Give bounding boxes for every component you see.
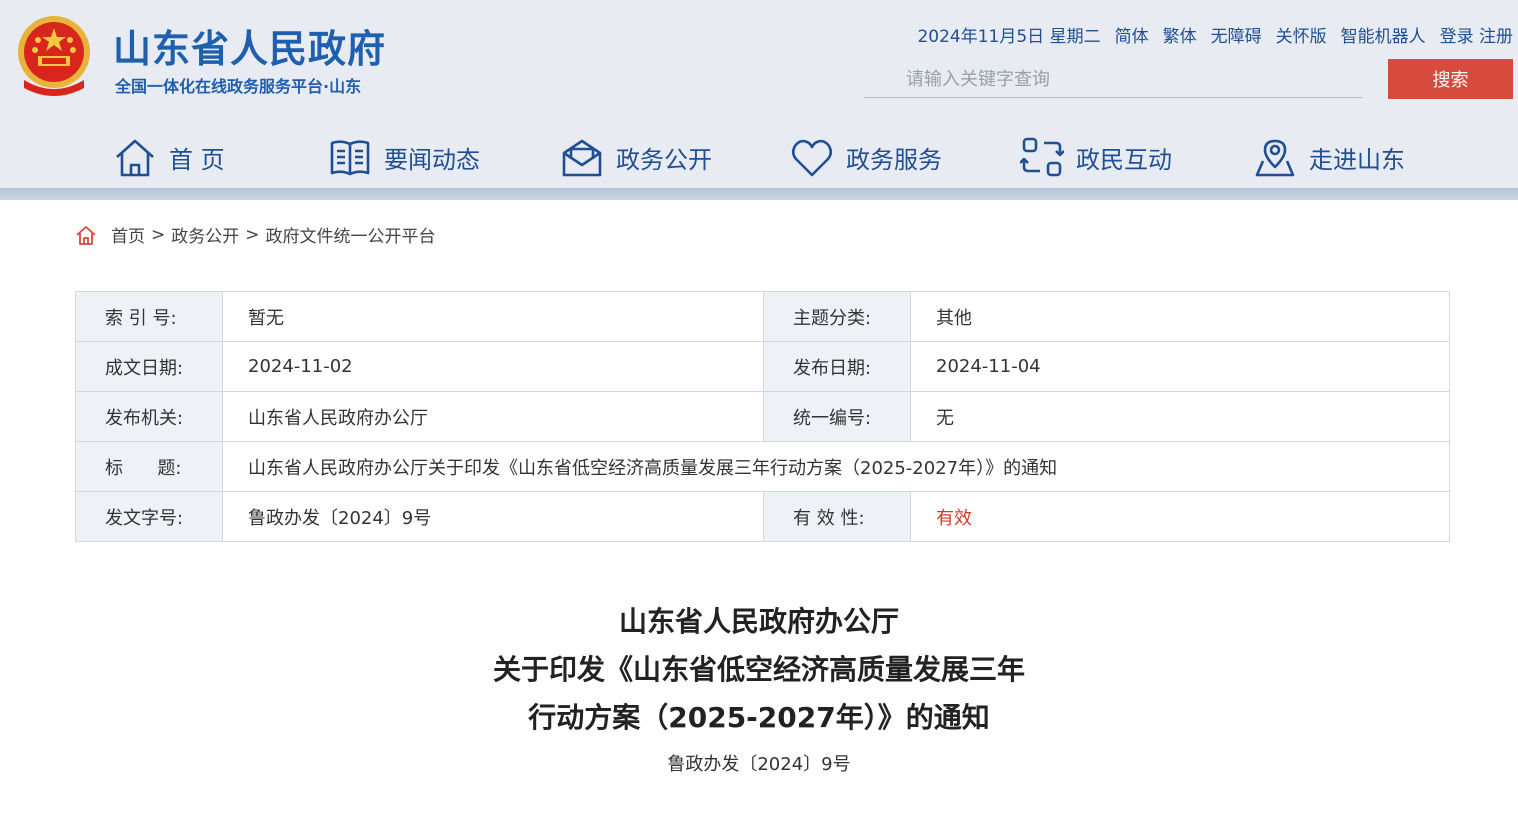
- doc-number-value: 鲁政办发〔2024〕9号: [222, 491, 764, 542]
- top-links: 2024年11月5日 星期二 简体 繁体 无障碍 关怀版 智能机器人 登录 注册: [917, 22, 1513, 47]
- document-meta-table: 索 引 号: 暂无 主题分类: 其他 成文日期: 2024-11-02 发布日期…: [75, 291, 1450, 542]
- home-icon: [116, 139, 154, 177]
- topic-label: 主题分类:: [763, 291, 911, 342]
- book-icon: [330, 140, 370, 176]
- national-emblem-icon[interactable]: [14, 14, 94, 96]
- current-date: 2024年11月5日 星期二: [917, 27, 1101, 47]
- table-row: 发布机关: 山东省人民政府办公厅 统一编号: 无: [75, 391, 1450, 442]
- nav-label: 政务服务: [846, 145, 942, 174]
- nav-label: 要闻动态: [384, 145, 480, 174]
- issuer-label: 发布机关:: [75, 391, 223, 442]
- nav-item-open-government[interactable]: 政务公开: [560, 128, 712, 186]
- issuer-value: 山东省人民政府办公厅: [222, 391, 764, 442]
- nav-item-about-shandong[interactable]: 走进山东: [1253, 128, 1405, 186]
- document-title-line: 山东省人民政府办公厅: [618, 605, 899, 638]
- index-label: 索 引 号:: [75, 291, 223, 342]
- topic-value: 其他: [910, 291, 1450, 342]
- nav-label: 政民互动: [1076, 145, 1172, 174]
- breadcrumb-separator: >: [151, 224, 166, 245]
- search-button[interactable]: 搜索: [1388, 59, 1513, 99]
- table-row: 成文日期: 2024-11-02 发布日期: 2024-11-04: [75, 341, 1450, 392]
- nav-item-interaction[interactable]: 政民互动: [1020, 128, 1172, 186]
- nav-item-government-services[interactable]: 政务服务: [790, 128, 942, 186]
- location-icon: [1255, 139, 1295, 177]
- home-icon: [76, 225, 96, 245]
- published-date-label: 发布日期:: [763, 341, 911, 392]
- document-number: 鲁政办发〔2024〕9号: [667, 754, 851, 775]
- published-date-value: 2024-11-04: [910, 341, 1450, 392]
- nav-item-news[interactable]: 要闻动态: [328, 128, 480, 186]
- nav-divider: [0, 188, 1518, 200]
- login-register-link[interactable]: 登录 注册: [1440, 22, 1513, 47]
- accessibility-link[interactable]: 无障碍: [1211, 22, 1262, 47]
- main-nav: 首 页 要闻动态 政务公开 政务服务 政民互动 走进山东: [0, 128, 1518, 186]
- document-title-line: 关于印发《山东省低空经济高质量发展三年: [492, 653, 1025, 686]
- table-row: 标 题: 山东省人民政府办公厅关于印发《山东省低空经济高质量发展三年行动方案（2…: [75, 441, 1450, 492]
- care-mode-link[interactable]: 关怀版: [1276, 22, 1327, 47]
- title-label: 标 题:: [75, 441, 223, 492]
- header: 山东省人民政府 全国一体化在线政务服务平台·山东 2024年11月5日 星期二 …: [0, 0, 1518, 188]
- heart-icon: [791, 139, 833, 177]
- validity-value: 有效: [910, 491, 1450, 542]
- site-title[interactable]: 山东省人民政府: [113, 18, 386, 73]
- validity-label: 有 效 性:: [763, 491, 911, 542]
- document-title-line: 行动方案（2025-2027年）》的通知: [528, 701, 990, 734]
- nav-item-home[interactable]: 首 页: [113, 128, 225, 186]
- traditional-chinese-link[interactable]: 繁体: [1163, 22, 1197, 47]
- search-input[interactable]: [864, 62, 1362, 98]
- nav-label: 首 页: [169, 145, 225, 174]
- created-date-value: 2024-11-02: [222, 341, 764, 392]
- unified-code-label: 统一编号:: [763, 391, 911, 442]
- smart-robot-link[interactable]: 智能机器人: [1341, 22, 1426, 47]
- table-row: 发文字号: 鲁政办发〔2024〕9号 有 效 性: 有效: [75, 491, 1450, 542]
- exchange-icon: [1020, 137, 1064, 177]
- doc-number-label: 发文字号:: [75, 491, 223, 542]
- unified-code-value: 无: [910, 391, 1450, 442]
- document-title: 山东省人民政府办公厅 关于印发《山东省低空经济高质量发展三年 行动方案（2025…: [0, 598, 1518, 742]
- breadcrumb-document-platform[interactable]: 政府文件统一公开平台: [266, 222, 436, 247]
- breadcrumb: 首页 > 政务公开 > 政府文件统一公开平台: [75, 222, 436, 247]
- site-subtitle: 全国一体化在线政务服务平台·山东: [115, 77, 362, 96]
- breadcrumb-separator: >: [245, 224, 260, 245]
- nav-label: 政务公开: [616, 145, 712, 174]
- simplified-chinese-link[interactable]: 简体: [1115, 22, 1149, 47]
- created-date-label: 成文日期:: [75, 341, 223, 392]
- mail-open-icon: [562, 139, 602, 177]
- index-value: 暂无: [222, 291, 764, 342]
- breadcrumb-home[interactable]: 首页: [111, 222, 145, 247]
- title-value: 山东省人民政府办公厅关于印发《山东省低空经济高质量发展三年行动方案（2025-2…: [222, 441, 1450, 492]
- table-row: 索 引 号: 暂无 主题分类: 其他: [75, 291, 1450, 342]
- breadcrumb-open-government[interactable]: 政务公开: [171, 222, 239, 247]
- nav-label: 走进山东: [1309, 145, 1405, 174]
